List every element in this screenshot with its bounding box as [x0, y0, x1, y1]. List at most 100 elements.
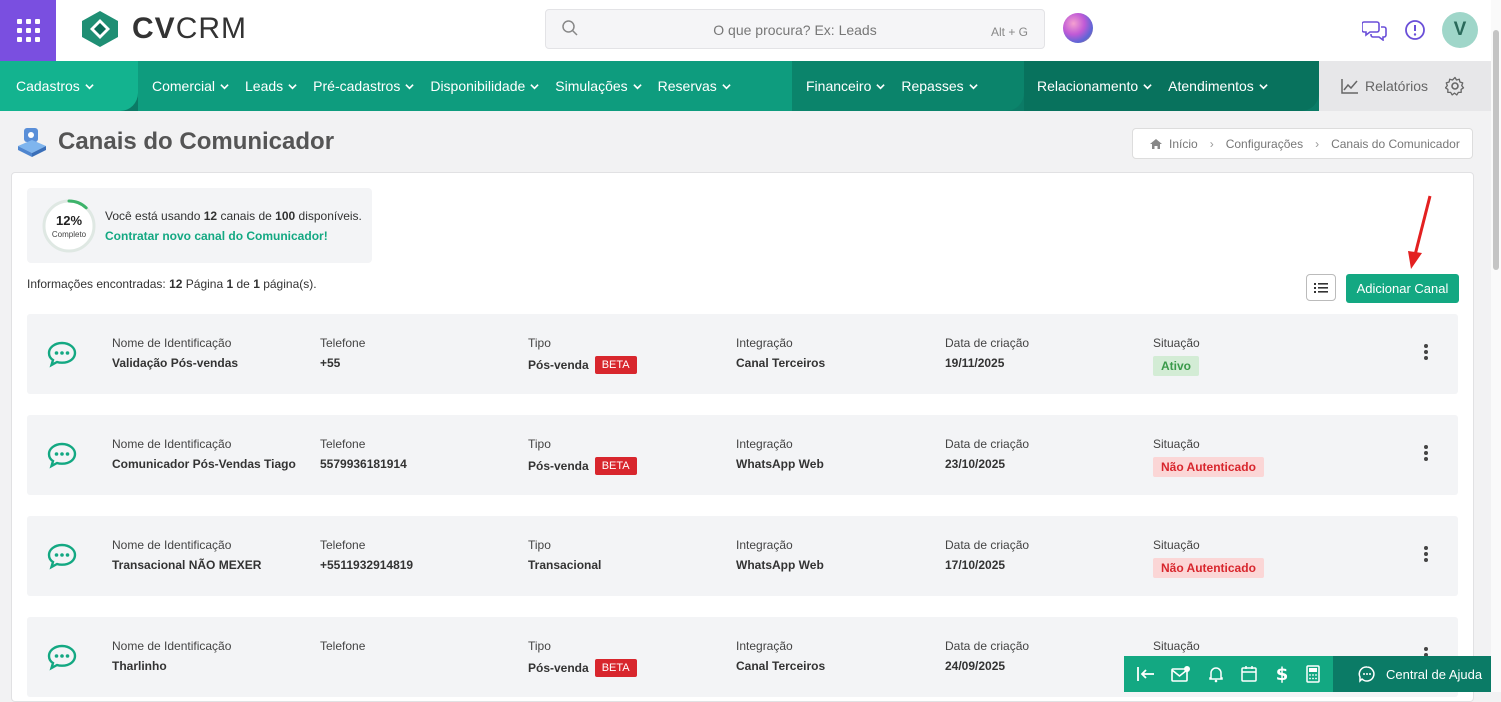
field-text: Pós-venda: [528, 661, 589, 675]
field-label: Nome de Identificação: [112, 437, 232, 451]
main-nav: Cadastros Comercial Leads Pré-cadastros Dis…: [0, 61, 1501, 111]
column-type: Tipo Pós-venda BETA: [528, 336, 637, 374]
calendar-icon[interactable]: [1240, 665, 1258, 683]
nav-item-reports[interactable]: Relatórios: [1319, 78, 1428, 94]
nav-item[interactable]: Reservas: [650, 78, 739, 94]
field-label: Telefone: [320, 538, 366, 552]
field-label: Telefone: [320, 639, 366, 653]
field-text: Canal Terceiros: [736, 356, 826, 370]
field-text: Transacional: [528, 558, 602, 572]
breadcrumb-settings[interactable]: Configurações: [1226, 137, 1303, 151]
calculator-icon[interactable]: [1305, 665, 1321, 683]
column-status: Situação Não Autenticado: [1153, 538, 1264, 578]
logo-icon: [82, 11, 118, 47]
field-text: Canal Terceiros: [736, 659, 826, 673]
field-text: WhatsApp Web: [736, 558, 824, 572]
svg-text:$: $: [1275, 664, 1288, 684]
field-value: WhatsApp Web: [736, 457, 824, 471]
search-placeholder: O que procura? Ex: Leads: [713, 22, 877, 38]
status-badge: Não Autenticado: [1153, 457, 1264, 477]
channel-row[interactable]: Nome de Identificação Validação Pós-venda…: [27, 314, 1458, 394]
column-created: Data de criação 23/10/2025: [945, 437, 1029, 471]
info-icon[interactable]: [1404, 19, 1426, 41]
channel-row[interactable]: Nome de Identificação Transacional NÃO ME…: [27, 516, 1458, 596]
nav-item-label: Repasses: [901, 78, 964, 94]
nav-item-label: Comercial: [152, 78, 216, 94]
help-chat-icon: [1358, 666, 1375, 683]
help-center-button[interactable]: Central de Ajuda: [1333, 656, 1501, 692]
apps-menu-button[interactable]: [0, 0, 56, 61]
channel-row[interactable]: Nome de Identificação Comunicador Pós-Ven…: [27, 415, 1458, 495]
nav-item[interactable]: Leads: [237, 78, 305, 94]
nav-item-reports-label: Relatórios: [1365, 78, 1429, 94]
chevron-right-icon: ›: [1315, 136, 1320, 151]
usage-percent-sub: Completo: [51, 230, 87, 239]
field-label: Data de criação: [945, 437, 1030, 451]
chevron-down-icon: [220, 83, 229, 89]
hire-channel-link[interactable]: Contratar novo canal do Comunicador!: [105, 229, 328, 243]
results-info: Informações encontradas: 12 Página 1 de …: [27, 277, 317, 291]
field-text: Pós-venda: [528, 459, 589, 473]
beta-badge: BETA: [594, 659, 637, 677]
field-text: Comunicador Pós-Vendas Tiago: [112, 457, 296, 471]
gear-icon[interactable]: [1445, 76, 1465, 96]
field-text: WhatsApp Web: [736, 457, 824, 471]
field-label: Telefone: [320, 437, 366, 451]
field-label: Situação: [1153, 639, 1200, 653]
field-value: 24/09/2025: [945, 659, 1029, 673]
nav-item[interactable]: Disponibilidade: [422, 78, 547, 94]
usage-text: Você está usando 12 canais de 100 dispon…: [105, 209, 362, 223]
column-name: Nome de Identificação Tharlinho: [112, 639, 231, 673]
logo[interactable]: CVCRM: [80, 9, 247, 49]
nav-item[interactable]: Atendimentos: [1160, 78, 1276, 94]
chat-icon: [46, 441, 78, 474]
nav-item-label: Relacionamento: [1037, 78, 1139, 94]
field-label: Situação: [1153, 437, 1200, 451]
nav-item[interactable]: Financeiro: [792, 78, 893, 94]
home-icon[interactable]: [1149, 138, 1163, 150]
nav-item[interactable]: Comercial: [138, 78, 237, 94]
list-view-toggle[interactable]: [1306, 274, 1336, 301]
more-options-icon[interactable]: [1421, 344, 1431, 360]
nav-item-label: Reservas: [657, 78, 717, 94]
grid-icon: [16, 19, 40, 42]
more-options-icon[interactable]: [1421, 546, 1431, 562]
mail-star-icon[interactable]: [1171, 665, 1191, 683]
field-label: Integração: [736, 437, 793, 451]
nav-item[interactable]: Simulações: [547, 78, 649, 94]
nav-item-label: Financeiro: [806, 78, 872, 94]
chat-icon: [46, 542, 78, 575]
page-header: Canais do Comunicador: [16, 126, 334, 158]
breadcrumb: Início › Configurações › Canais do Comun…: [1132, 128, 1473, 159]
nav-item[interactable]: Pré-cadastros: [305, 78, 422, 94]
more-options-icon[interactable]: [1421, 445, 1431, 461]
ai-assistant-button[interactable]: [1063, 13, 1093, 43]
nav-item-label: Simulações: [555, 78, 628, 94]
field-label: Tipo: [528, 336, 551, 350]
nav-item[interactable]: Cadastros: [0, 78, 102, 94]
line-chart-icon: [1341, 79, 1358, 94]
add-channel-button[interactable]: Adicionar Canal: [1346, 274, 1459, 303]
page-scrollbar[interactable]: [1491, 0, 1501, 692]
chevron-down-icon: [722, 83, 731, 89]
column-name: Nome de Identificação Comunicador Pós-Ven…: [112, 437, 296, 471]
collapse-left-icon[interactable]: [1136, 665, 1156, 683]
field-text: Pós-venda: [528, 358, 589, 372]
column-type: Tipo Transacional: [528, 538, 601, 572]
scrollbar-thumb[interactable]: [1493, 30, 1499, 270]
status-badge: Ativo: [1153, 356, 1199, 376]
chat-bubbles-icon[interactable]: [1362, 19, 1388, 41]
search-input[interactable]: O que procura? Ex: Leads Alt + G: [545, 9, 1045, 49]
breadcrumb-home[interactable]: Início: [1169, 137, 1198, 151]
nav-item[interactable]: Repasses: [893, 78, 985, 94]
nav-item[interactable]: Relacionamento: [1024, 78, 1160, 94]
column-integration: Integração WhatsApp Web: [736, 437, 824, 471]
user-avatar[interactable]: V: [1442, 12, 1478, 48]
dollar-icon[interactable]: $: [1274, 664, 1290, 684]
column-integration: Integração Canal Terceiros: [736, 639, 825, 673]
field-value: Transacional NÃO MEXER: [112, 558, 261, 572]
annotation-arrow: [1408, 195, 1432, 269]
field-label: Telefone: [320, 336, 366, 350]
top-bar: CVCRM O que procura? Ex: Leads Alt + G V: [0, 0, 1501, 61]
bell-icon[interactable]: [1207, 665, 1225, 683]
